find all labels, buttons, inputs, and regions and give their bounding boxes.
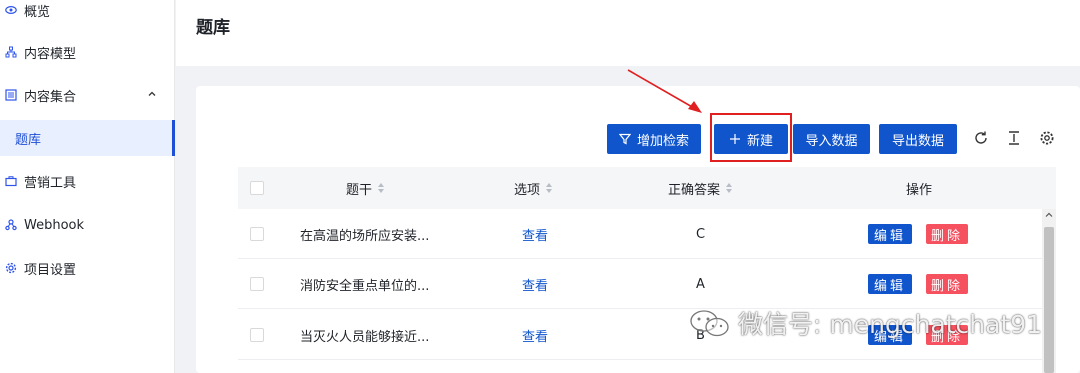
stem-cell: 消防安全重点单位的... (300, 278, 430, 294)
import-data-button[interactable]: 导入数据 (793, 124, 870, 154)
sitemap-icon (4, 45, 18, 59)
sidebar-item-label: 概览 (24, 4, 51, 20)
sidebar-item-webhook[interactable]: Webhook (0, 207, 175, 243)
export-data-button[interactable]: 导出数据 (879, 124, 957, 154)
briefcase-icon (4, 174, 18, 188)
sidebar-item-project-settings[interactable]: 项目设置 (0, 250, 175, 286)
sidebar-item-label: 项目设置 (24, 262, 77, 278)
watermark-text: 微信号: mengchatchat91 (738, 310, 1043, 339)
column-header-stem[interactable]: 题干 (346, 167, 385, 209)
view-options-link[interactable]: 查看 (522, 310, 548, 360)
stem-cell: 在高温的场所应安装... (300, 228, 430, 244)
answer-cell: C (696, 226, 706, 242)
select-all-checkbox[interactable] (250, 181, 264, 195)
scrollbar-thumb[interactable] (1044, 227, 1054, 373)
annotation-arrow-icon (627, 69, 702, 113)
table-scrollbar[interactable] (1042, 209, 1056, 373)
row-checkbox[interactable] (250, 277, 264, 291)
chevron-up-icon[interactable] (147, 89, 157, 99)
sidebar-item-content-collection[interactable]: 内容集合 (0, 77, 175, 113)
sort-icon[interactable] (378, 183, 385, 193)
page-header: 题库 (176, 0, 1080, 66)
delete-button[interactable]: 删除 (926, 274, 968, 294)
wechat-logo-icon (690, 310, 729, 337)
sidebar-item-content-model[interactable]: 内容模型 (0, 34, 175, 70)
sidebar-item-marketing-tools[interactable]: 营销工具 (0, 163, 175, 199)
sidebar: 概览 内容模型 内容集合 题库 营销工具 Webhook 项目设置 (0, 0, 175, 373)
stem-cell: 当灭火人员能够接近... (300, 329, 430, 345)
webhook-icon (4, 218, 18, 232)
column-header-answer[interactable]: 正确答案 (668, 167, 733, 209)
sidebar-item-label: 营销工具 (24, 175, 77, 191)
view-options-link[interactable]: 查看 (522, 209, 548, 259)
answer-cell: A (696, 276, 705, 292)
edit-button[interactable]: 编辑 (868, 274, 912, 294)
export-label: 导出数据 (891, 133, 944, 149)
column-height-icon[interactable] (1005, 129, 1023, 147)
sidebar-item-label: Webhook (24, 217, 85, 233)
refresh-icon[interactable] (972, 129, 990, 147)
import-label: 导入数据 (805, 133, 858, 149)
delete-button[interactable]: 删除 (926, 224, 968, 244)
sidebar-item-label: 内容集合 (24, 89, 77, 105)
view-options-link[interactable]: 查看 (522, 259, 548, 309)
table-header: 题干 选项 正确答案 操作 (238, 167, 1056, 209)
table-row: 消防安全重点单位的... 查看 A 编辑 删除 (238, 259, 1042, 309)
sort-icon[interactable] (726, 183, 733, 193)
wechat-watermark: 微信号: mengchatchat91 (688, 303, 1042, 343)
highlight-annotation-box (710, 113, 792, 162)
column-header-options[interactable]: 选项 (514, 167, 553, 209)
scroll-up-arrow-icon[interactable] (1045, 211, 1053, 219)
add-filter-button[interactable]: 增加检索 (607, 124, 701, 154)
page-title: 题库 (196, 18, 230, 38)
table-row: 在高温的场所应安装... 查看 C 编辑 删除 (238, 209, 1042, 259)
sidebar-item-label: 题库 (15, 132, 42, 148)
sidebar-item-label: 内容模型 (24, 46, 77, 62)
list-icon (4, 88, 18, 102)
eye-icon (4, 3, 18, 17)
edit-button[interactable]: 编辑 (868, 224, 912, 244)
gear-icon (4, 261, 18, 275)
add-filter-label: 增加检索 (636, 133, 689, 149)
filter-icon (618, 133, 631, 145)
row-checkbox[interactable] (250, 227, 264, 241)
sort-icon[interactable] (546, 183, 553, 193)
settings-icon[interactable] (1038, 129, 1056, 147)
column-header-actions: 操作 (906, 182, 933, 198)
sidebar-item-question-bank[interactable]: 题库 (0, 120, 175, 156)
row-checkbox[interactable] (250, 328, 264, 342)
sidebar-item-overview[interactable]: 概览 (0, 0, 175, 28)
